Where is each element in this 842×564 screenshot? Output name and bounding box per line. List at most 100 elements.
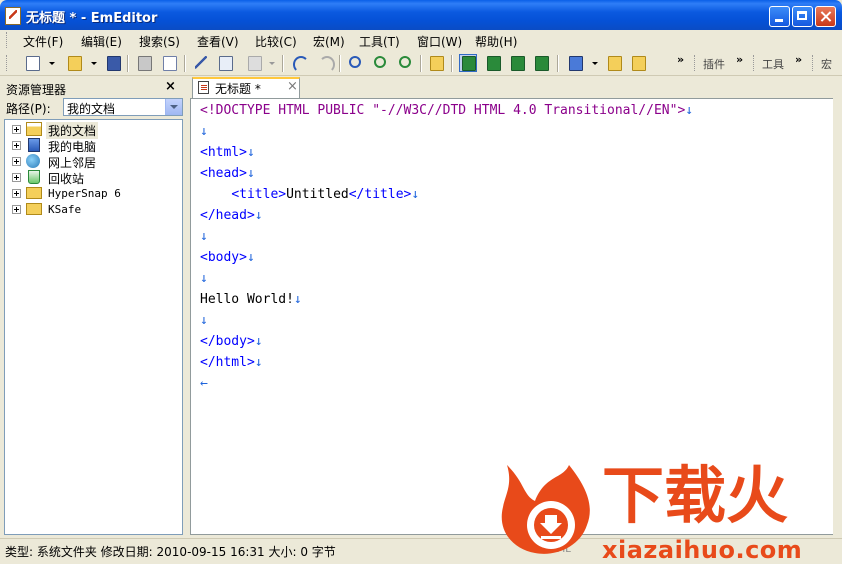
menu-macros[interactable]: 宏(M) bbox=[313, 33, 345, 50]
properties-button[interactable] bbox=[605, 54, 623, 72]
redo-button[interactable] bbox=[316, 54, 335, 73]
expand-icon[interactable] bbox=[12, 173, 21, 182]
menu-tools[interactable]: 工具(T) bbox=[359, 33, 400, 50]
menu-grip[interactable] bbox=[6, 32, 10, 48]
expand-icon[interactable] bbox=[12, 189, 21, 198]
newline-marker: ↓ bbox=[200, 124, 208, 139]
new-file-dropdown-icon[interactable] bbox=[49, 62, 55, 65]
tools-overflow-icon[interactable]: » bbox=[795, 53, 802, 66]
undo-button[interactable] bbox=[290, 54, 309, 73]
paste-dropdown-icon[interactable] bbox=[269, 62, 275, 65]
find-next-button[interactable] bbox=[371, 54, 389, 72]
tree-item-hypersnap[interactable]: HyperSnap 6 bbox=[5, 185, 183, 201]
editor-line[interactable]: ↓ bbox=[200, 226, 208, 247]
expand-icon[interactable] bbox=[12, 125, 21, 134]
wrap-none-button[interactable] bbox=[459, 54, 477, 72]
encoding-icon bbox=[569, 56, 583, 71]
code-token: <head> bbox=[200, 166, 247, 181]
menu-search[interactable]: 搜索(S) bbox=[139, 33, 180, 50]
newline-marker: ↓ bbox=[246, 166, 255, 181]
watermark-site: xiazaihuo.com bbox=[602, 536, 803, 564]
window-title: 无标题 * - EmEditor bbox=[26, 11, 158, 26]
toolbar-grip[interactable] bbox=[6, 55, 10, 71]
paste-button[interactable] bbox=[245, 54, 263, 72]
code-token: </title> bbox=[348, 187, 412, 202]
wrap-by-window-button[interactable] bbox=[508, 54, 526, 72]
editor-line[interactable]: ← bbox=[200, 373, 208, 394]
editor-line[interactable]: </body>↓ bbox=[200, 331, 263, 352]
find-button[interactable] bbox=[346, 54, 364, 72]
copy-button[interactable] bbox=[216, 54, 234, 72]
editor-line[interactable]: <html>↓ bbox=[200, 142, 255, 163]
editor-line[interactable]: <body>↓ bbox=[200, 247, 255, 268]
close-button[interactable] bbox=[815, 6, 836, 27]
menu-edit[interactable]: 编辑(E) bbox=[81, 33, 122, 50]
plugins-overflow-icon[interactable]: » bbox=[736, 53, 743, 66]
wrap-by-chars-icon bbox=[487, 56, 501, 71]
menu-window[interactable]: 窗口(W) bbox=[417, 33, 462, 50]
wrap-by-page-button[interactable] bbox=[532, 54, 550, 72]
find-next-icon bbox=[374, 56, 386, 68]
open-folder-icon bbox=[68, 56, 82, 71]
tree-item-ksafe[interactable]: KSafe bbox=[5, 201, 183, 217]
editor-line[interactable]: Hello World!↓ bbox=[200, 289, 302, 310]
expand-icon[interactable] bbox=[12, 157, 21, 166]
minimize-button[interactable] bbox=[769, 6, 790, 27]
tree-item-my-computer[interactable]: 我的电脑 bbox=[5, 137, 183, 154]
tab-close-icon[interactable]: × bbox=[287, 79, 298, 94]
editor-line[interactable]: </html>↓ bbox=[200, 352, 263, 373]
editor-line[interactable]: </head>↓ bbox=[200, 205, 263, 226]
editor-line[interactable]: ↓ bbox=[200, 121, 208, 142]
new-file-icon bbox=[26, 56, 40, 71]
newline-marker: ← bbox=[200, 376, 208, 391]
print-button[interactable] bbox=[135, 54, 153, 72]
explorer-close-icon[interactable]: × bbox=[165, 79, 176, 94]
maximize-button[interactable] bbox=[792, 6, 813, 27]
save-button[interactable] bbox=[104, 54, 122, 72]
folder-tree[interactable]: 我的文档 我的电脑 网上邻居 回收站 HyperSnap 6 KSafe bbox=[4, 119, 183, 535]
menu-view[interactable]: 查看(V) bbox=[197, 33, 239, 50]
app-icon[interactable] bbox=[5, 7, 21, 25]
tree-item-my-documents[interactable]: 我的文档 bbox=[5, 121, 183, 139]
wrap-by-chars-button[interactable] bbox=[484, 54, 502, 72]
chevron-down-icon[interactable] bbox=[165, 99, 182, 115]
newline-marker: ↓ bbox=[246, 250, 255, 265]
expand-icon[interactable] bbox=[12, 205, 21, 214]
menu-file[interactable]: 文件(F) bbox=[23, 33, 63, 50]
menu-compare[interactable]: 比较(C) bbox=[255, 33, 297, 50]
open-dropdown-icon[interactable] bbox=[91, 62, 97, 65]
newline-marker: ↓ bbox=[411, 187, 420, 202]
editor-line[interactable]: ↓ bbox=[200, 268, 208, 289]
plugins-toolbar-grip[interactable] bbox=[694, 55, 698, 71]
tab-untitled[interactable]: 无标题 * × bbox=[192, 77, 300, 98]
cut-icon bbox=[195, 56, 207, 69]
macros-toolbar-grip[interactable] bbox=[812, 55, 816, 71]
print-preview-button[interactable] bbox=[160, 54, 178, 72]
explorer-title: 资源管理器 bbox=[6, 83, 67, 97]
tree-item-recycle-bin[interactable]: 回收站 bbox=[5, 169, 183, 186]
new-file-button[interactable] bbox=[23, 54, 41, 72]
find-previous-button[interactable] bbox=[396, 54, 414, 72]
network-icon bbox=[26, 154, 40, 168]
tab-label: 无标题 * bbox=[215, 82, 261, 96]
title-bar[interactable]: 无标题 * - EmEditor bbox=[0, 0, 842, 30]
tree-item-network[interactable]: 网上邻居 bbox=[5, 153, 183, 170]
open-button[interactable] bbox=[65, 54, 83, 72]
find-in-files-button[interactable] bbox=[427, 54, 445, 72]
toolbar-overflow-icon[interactable]: » bbox=[677, 53, 684, 66]
expand-icon[interactable] bbox=[12, 141, 21, 150]
editor-line[interactable]: <title>Untitled</title>↓ bbox=[200, 184, 419, 205]
menu-help[interactable]: 帮助(H) bbox=[475, 33, 517, 50]
cut-button[interactable] bbox=[192, 54, 210, 72]
recycle-bin-icon bbox=[28, 170, 40, 184]
path-select[interactable]: 我的文档 bbox=[63, 98, 183, 116]
newline-marker: ↓ bbox=[200, 229, 208, 244]
tools-toolbar-grip[interactable] bbox=[753, 55, 757, 71]
encoding-dropdown-icon[interactable] bbox=[592, 62, 598, 65]
editor-line[interactable]: ↓ bbox=[200, 310, 208, 331]
editor-line[interactable]: <!DOCTYPE HTML PUBLIC "-//W3C//DTD HTML … bbox=[200, 100, 693, 121]
configuration-button[interactable] bbox=[629, 54, 647, 72]
editor-line[interactable]: <head>↓ bbox=[200, 163, 255, 184]
encoding-button[interactable] bbox=[566, 54, 584, 72]
